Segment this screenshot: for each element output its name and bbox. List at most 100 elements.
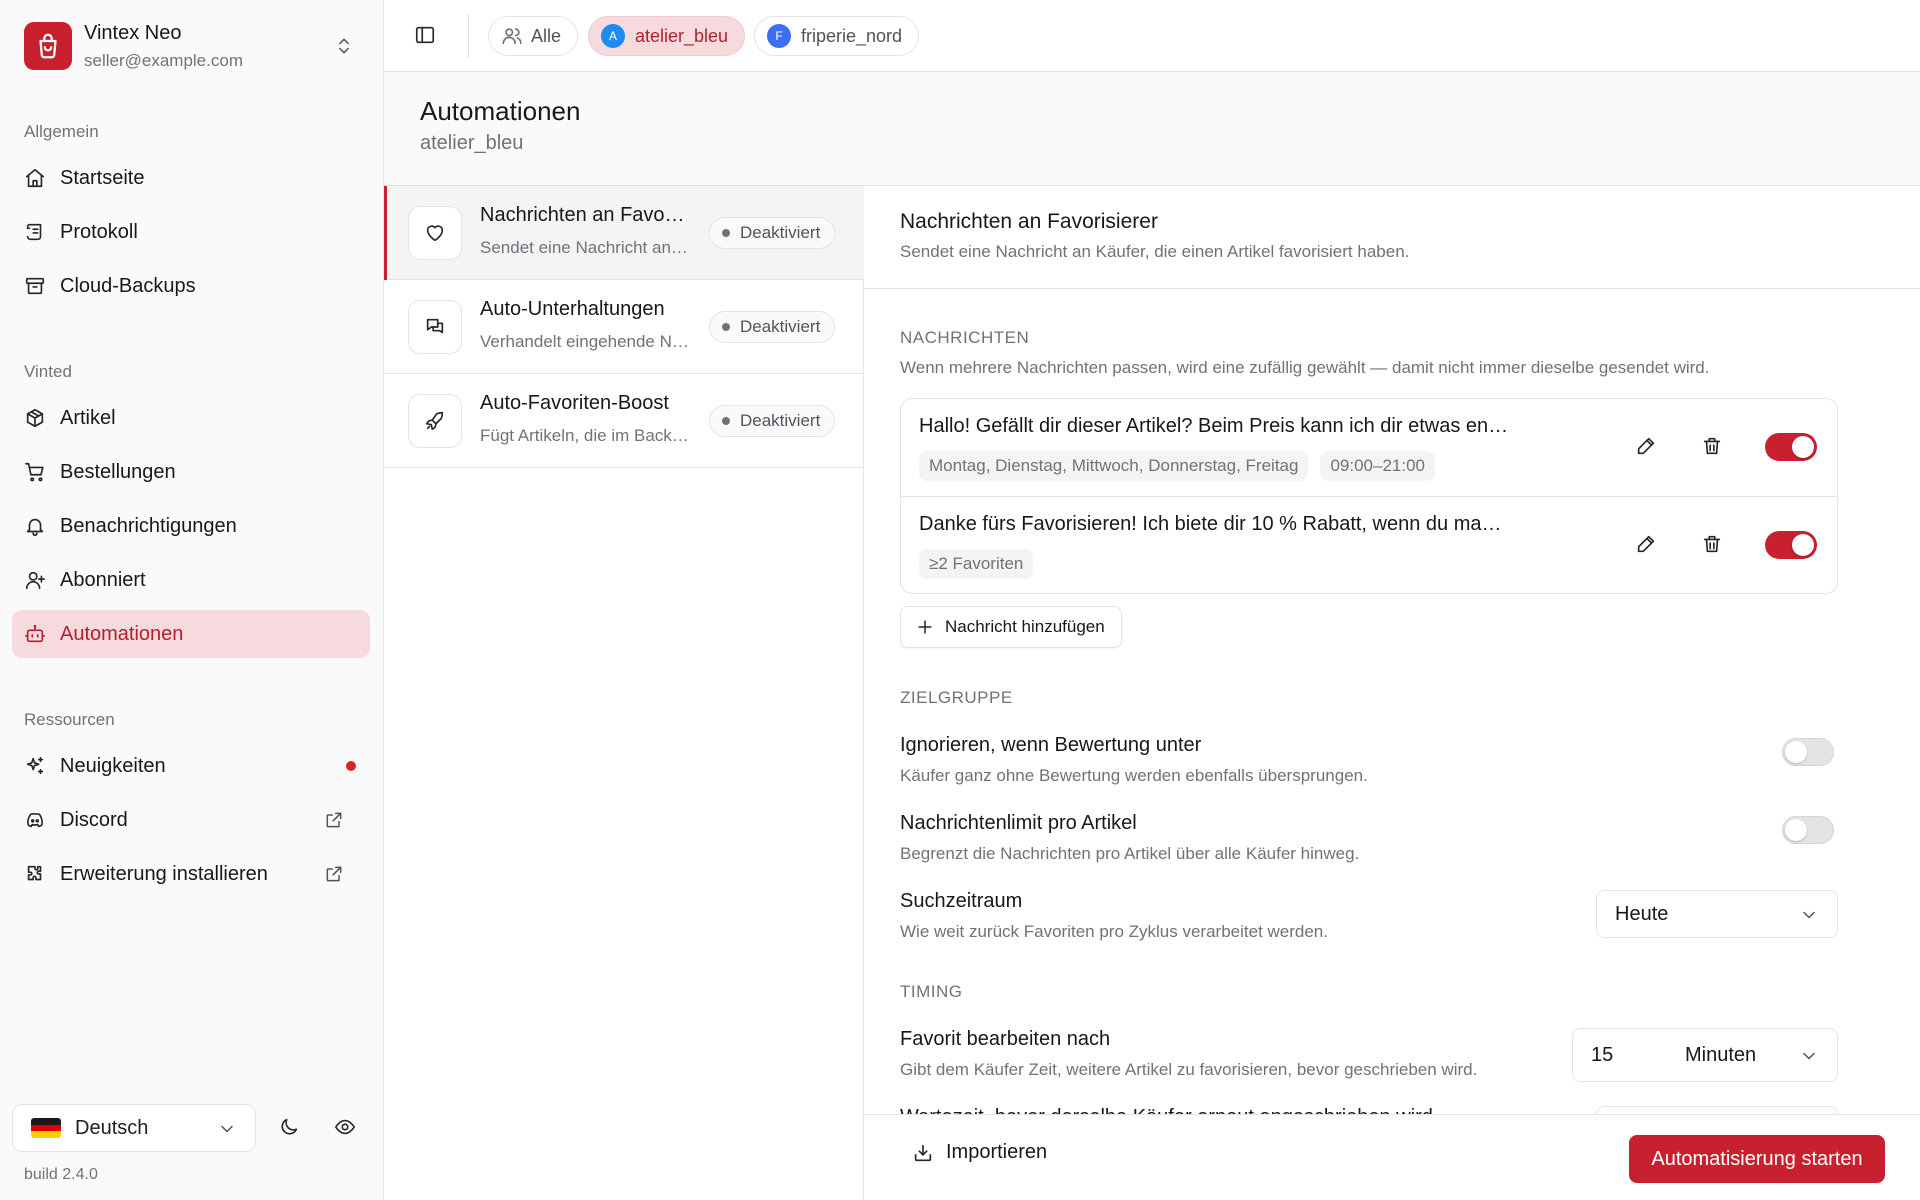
archive-icon (25, 277, 45, 295)
status-badge: Deaktiviert (709, 311, 836, 343)
search-range-select[interactable]: Heute (1596, 890, 1838, 938)
add-message-label: Nachricht hinzufügen (945, 617, 1105, 636)
delay-value: 15 (1591, 1043, 1614, 1066)
brand-logo[interactable] (24, 22, 72, 70)
message-text: Danke fürs Favorisieren! Ich biete dir 1… (919, 513, 1509, 535)
delete-message-button[interactable] (1701, 435, 1723, 457)
delay-unit: Minuten (1685, 1043, 1757, 1066)
heart-icon (408, 206, 462, 260)
section-label-vinted: Vinted (24, 362, 72, 381)
sidebar-item-articles[interactable]: Artikel (12, 394, 370, 442)
search-range-value: Heute (1615, 902, 1669, 925)
sidebar-item-extension[interactable]: Erweiterung installieren (12, 850, 370, 898)
avatar: F (767, 24, 791, 48)
account-email: seller@example.com (84, 51, 243, 70)
shopping-bag-icon (39, 33, 57, 59)
add-message-button[interactable]: Nachricht hinzufügen (900, 606, 1122, 648)
chip-label: Alle (531, 25, 562, 46)
automation-item-auto-conversations[interactable]: Auto-Unterhaltungen Verhandelt eingehend… (384, 280, 864, 374)
sidebar-item-label: Discord (60, 808, 128, 831)
sidebar-item-notifications[interactable]: Benachrichtigungen (12, 502, 370, 550)
automation-desc: Verhandelt eingehende Nachrichten automa… (480, 332, 690, 351)
audience-section-label: ZIELGRUPPE (900, 688, 1013, 707)
page-header: Automationen atelier_bleu (384, 72, 1920, 186)
messages-section-label: NACHRICHTEN (900, 328, 1030, 347)
message-enabled-toggle[interactable] (1765, 531, 1817, 559)
unread-dot (346, 761, 356, 771)
rocket-icon (408, 394, 462, 448)
pencil-icon (1637, 535, 1655, 553)
sidebar-item-backups[interactable]: Cloud-Backups (12, 262, 370, 310)
sidebar-item-label: Automationen (60, 622, 184, 645)
privacy-toggle[interactable] (334, 1116, 356, 1138)
import-button[interactable]: Importieren (912, 1141, 1047, 1164)
germany-flag-icon (31, 1118, 61, 1138)
dark-mode-toggle[interactable] (278, 1116, 300, 1138)
moon-icon (281, 1118, 298, 1135)
panel-left-icon (415, 26, 435, 44)
automation-title: Auto-Unterhaltungen (480, 298, 665, 320)
account-switcher-icon[interactable] (334, 36, 354, 56)
tag-min-favorites: ≥2 Favoriten (919, 549, 1034, 579)
automation-item-favorites-boost[interactable]: Auto-Favoriten-Boost Fügt Artikeln, die … (384, 374, 864, 468)
automation-desc: Sendet eine Nachricht an Käufer, die ein… (480, 238, 690, 257)
detail-title: Nachrichten an Favorisierer (900, 210, 1158, 233)
page-account: atelier_bleu (420, 132, 524, 154)
ignore-rating-title: Ignorieren, wenn Bewertung unter (900, 734, 1202, 756)
sidebar-item-discord[interactable]: Discord (12, 796, 370, 844)
trash-icon (1703, 535, 1721, 553)
external-link-icon (324, 864, 358, 884)
sidebar-item-orders[interactable]: Bestellungen (12, 448, 370, 496)
messages-icon (408, 300, 462, 354)
sidebar-item-log[interactable]: Protokoll (12, 208, 370, 256)
delete-message-button[interactable] (1701, 533, 1723, 555)
sidebar: Vintex Neo seller@example.com Allgemein … (0, 0, 384, 1200)
sparkles-icon (26, 756, 44, 775)
automation-desc: Fügt Artikeln, die im Backup sind, Favor… (480, 426, 690, 445)
divider (468, 14, 469, 58)
message-row[interactable]: Hallo! Gefällt dir dieser Artikel? Beim … (901, 399, 1837, 496)
message-enabled-toggle[interactable] (1765, 433, 1817, 461)
eye-icon (335, 1119, 355, 1135)
section-label-general: Allgemein (24, 122, 99, 141)
sidebar-item-home[interactable]: Startseite (12, 154, 370, 202)
language-value: Deutsch (75, 1116, 149, 1139)
sidebar-item-label: Benachrichtigungen (60, 514, 237, 537)
sidebar-item-subscribed[interactable]: Abonniert (12, 556, 370, 604)
sidebar-item-news[interactable]: Neuigkeiten (12, 742, 370, 790)
search-range-title: Suchzeitraum (900, 890, 1023, 912)
edit-message-button[interactable] (1635, 533, 1657, 555)
account-filter-friperie-nord[interactable]: F friperie_nord (754, 16, 920, 56)
delay-input[interactable]: 15 Minuten (1572, 1028, 1838, 1082)
scroll-icon (26, 223, 42, 241)
sidebar-toggle-button[interactable] (414, 24, 436, 46)
delay-title: Favorit bearbeiten nach (900, 1028, 1111, 1050)
pencil-icon (1637, 437, 1655, 455)
shopping-cart-icon (25, 462, 44, 482)
account-filter-all[interactable]: Alle (488, 16, 579, 56)
message-tags: ≥2 Favoriten (919, 549, 1034, 579)
chevron-down-icon (1799, 1046, 1819, 1066)
automation-item-favoriter-messages[interactable]: Nachrichten an Favorisierer Sendet eine … (384, 186, 864, 280)
ignore-rating-toggle[interactable] (1782, 738, 1834, 766)
account-filter-atelier-bleu[interactable]: A atelier_bleu (588, 16, 746, 56)
automation-title: Nachrichten an Favorisierer (480, 204, 690, 226)
automation-title: Auto-Favoriten-Boost (480, 392, 669, 414)
delay-desc: Gibt dem Käufer Zeit, weitere Artikel zu… (900, 1060, 1478, 1079)
sidebar-item-automations[interactable]: Automationen (12, 610, 370, 658)
language-select[interactable]: Deutsch (12, 1104, 256, 1152)
message-limit-desc: Begrenzt die Nachrichten pro Artikel übe… (900, 844, 1360, 863)
edit-message-button[interactable] (1635, 435, 1657, 457)
sidebar-item-label: Neuigkeiten (60, 754, 166, 777)
chevron-down-icon (1799, 905, 1819, 925)
start-automation-button[interactable]: Automatisierung starten (1629, 1135, 1885, 1183)
user-plus-icon (25, 571, 45, 590)
message-limit-toggle[interactable] (1782, 816, 1834, 844)
users-icon (502, 28, 522, 45)
sidebar-item-label: Artikel (60, 406, 116, 429)
sidebar-item-label: Startseite (60, 166, 145, 189)
brand-name: Vintex Neo (84, 22, 182, 44)
message-row[interactable]: Danke fürs Favorisieren! Ich biete dir 1… (901, 496, 1837, 593)
trash-icon (1703, 437, 1721, 455)
action-bar: Importieren Automatisierung starten (864, 1114, 1920, 1200)
